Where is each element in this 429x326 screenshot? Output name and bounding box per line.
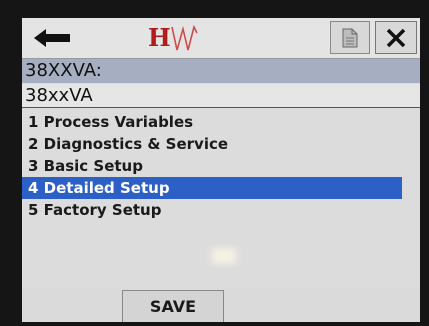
toolbar: H — [22, 18, 420, 59]
menu-item-factory-setup[interactable]: 5 Factory Setup — [22, 199, 402, 221]
close-x-icon — [386, 28, 406, 47]
menu-list: 1 Process Variables 2 Diagnostics & Serv… — [22, 111, 420, 221]
logo-letter: H — [148, 23, 171, 52]
hw-logo: H — [148, 22, 208, 54]
left-arrow-icon — [34, 29, 70, 47]
back-button[interactable] — [24, 22, 80, 54]
save-button[interactable]: SAVE — [122, 290, 224, 322]
bottom-bar: SAVE — [22, 288, 420, 322]
device-tag-row: 38XXVA: — [22, 59, 420, 83]
menu-item-process-variables[interactable]: 1 Process Variables — [22, 111, 402, 133]
document-icon — [342, 28, 358, 47]
menu-item-diagnostics-service[interactable]: 2 Diagnostics & Service — [22, 133, 402, 155]
menu-item-detailed-setup[interactable]: 4 Detailed Setup — [22, 177, 402, 199]
menu-item-basic-setup[interactable]: 3 Basic Setup — [22, 155, 402, 177]
document-button[interactable] — [330, 21, 370, 54]
screen-glare — [212, 248, 236, 264]
logo-wave-icon — [170, 24, 198, 51]
close-button[interactable] — [375, 21, 417, 54]
device-model-row: 38xxVA — [22, 84, 420, 108]
handheld-screen: H 38XXVA: 38xxVA 1 Process Variables 2 D… — [22, 18, 420, 322]
